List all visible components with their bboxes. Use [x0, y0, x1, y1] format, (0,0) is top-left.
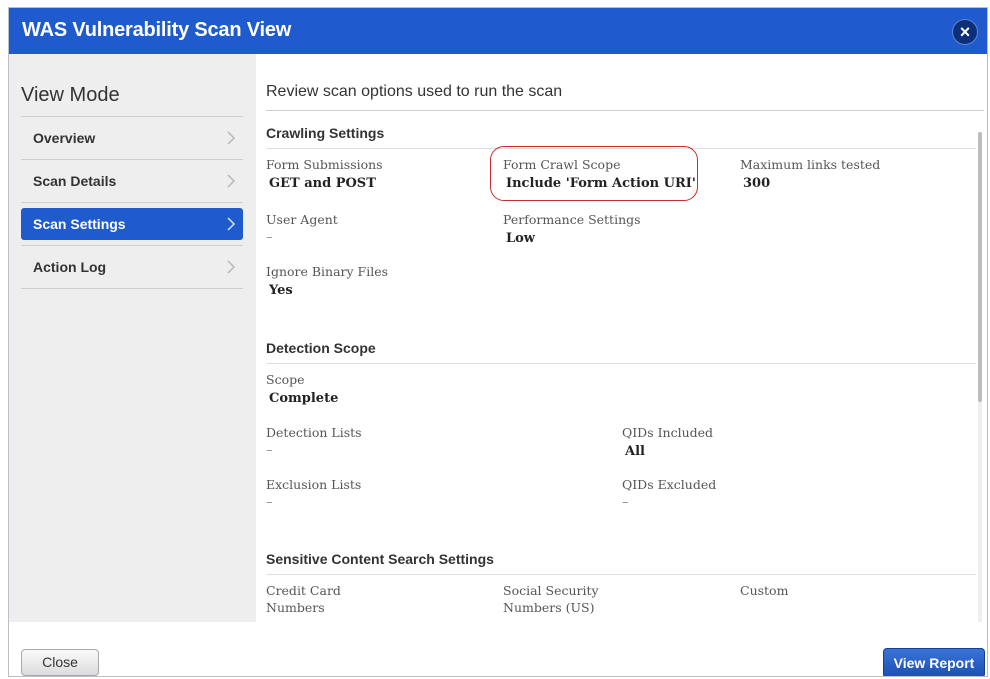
field-label: Numbers (US)	[503, 600, 595, 615]
divider	[266, 363, 976, 364]
sidebar-item-scan-settings[interactable]: Scan Settings	[21, 208, 243, 240]
field-max-links: Maximum links tested 300	[740, 156, 880, 191]
field-value: Complete	[269, 391, 339, 406]
field-ssn: Social Security Numbers (US)	[503, 582, 599, 616]
sidebar-heading: View Mode	[21, 84, 120, 106]
close-icon[interactable]: ×	[952, 19, 978, 45]
section-title-crawling: Crawling Settings	[266, 125, 385, 141]
close-button[interactable]: Close	[21, 649, 99, 676]
field-credit-card: Credit Card Numbers	[266, 582, 341, 616]
highlight-ring	[490, 146, 698, 201]
field-label: Detection Lists	[266, 425, 362, 440]
sidebar: View Mode Overview Scan Details Scan Set…	[9, 54, 256, 622]
field-value: Yes	[269, 283, 293, 298]
sidebar-item-label: Scan Details	[33, 173, 117, 189]
chevron-right-icon	[227, 131, 236, 145]
settings-scroll-area[interactable]: Crawling Settings Form Submissions GET a…	[266, 111, 978, 622]
field-label: Performance Settings	[503, 212, 641, 227]
sidebar-item-scan-details[interactable]: Scan Details	[21, 160, 243, 203]
scan-view-dialog: WAS Vulnerability Scan View × View Mode …	[8, 7, 988, 677]
field-label: Exclusion Lists	[266, 477, 362, 492]
chevron-right-icon	[227, 174, 236, 188]
field-value: –	[266, 443, 273, 458]
field-value: GET and POST	[269, 176, 376, 191]
field-value: 300	[743, 176, 771, 191]
field-user-agent: User Agent –	[266, 211, 338, 245]
field-value: –	[266, 230, 273, 245]
section-title-sensitive: Sensitive Content Search Settings	[266, 551, 494, 567]
field-performance: Performance Settings Low	[503, 211, 641, 246]
field-label: Credit Card	[266, 583, 341, 598]
field-label: Custom	[740, 583, 789, 598]
field-value: Low	[506, 231, 536, 246]
field-label: Numbers	[266, 600, 325, 615]
field-exclusion-lists: Exclusion Lists –	[266, 476, 361, 510]
field-detection-lists: Detection Lists –	[266, 424, 362, 458]
section-title-detection: Detection Scope	[266, 340, 376, 356]
field-qids-excluded: QIDs Excluded –	[622, 476, 716, 510]
field-label: Scope	[266, 372, 305, 387]
dialog-title: WAS Vulnerability Scan View	[22, 19, 292, 41]
field-label: Form Submissions	[266, 157, 383, 172]
chevron-right-icon	[227, 217, 236, 231]
sidebar-item-overview[interactable]: Overview	[21, 117, 243, 160]
sidebar-active-row: Scan Settings	[21, 208, 243, 246]
field-ignore-binary: Ignore Binary Files Yes	[266, 263, 388, 298]
field-label: Maximum links tested	[740, 157, 881, 172]
field-scope: Scope Complete	[266, 371, 338, 406]
field-value: –	[622, 495, 629, 510]
field-label: User Agent	[266, 212, 338, 227]
sidebar-item-label: Overview	[33, 130, 96, 146]
field-label: QIDs Excluded	[622, 477, 717, 492]
field-custom: Custom	[740, 582, 788, 599]
main-panel: Review scan options used to run the scan…	[266, 54, 986, 622]
chevron-right-icon	[227, 260, 236, 274]
field-value: –	[266, 495, 273, 510]
field-label: Social Security	[503, 583, 599, 598]
field-label: Ignore Binary Files	[266, 264, 389, 279]
field-label: QIDs Included	[622, 425, 714, 440]
page-heading: Review scan options used to run the scan	[266, 83, 563, 100]
field-qids-included: QIDs Included All	[622, 424, 713, 459]
dialog-titlebar: WAS Vulnerability Scan View ×	[9, 8, 987, 54]
view-report-button[interactable]: View Report	[883, 648, 985, 676]
divider	[266, 574, 976, 575]
sidebar-item-label: Scan Settings	[33, 216, 126, 232]
sidebar-item-label: Action Log	[33, 259, 107, 275]
field-form-submissions: Form Submissions GET and POST	[266, 156, 383, 191]
sidebar-item-action-log[interactable]: Action Log	[21, 246, 243, 289]
scrollbar-thumb[interactable]	[978, 132, 982, 402]
vertical-scrollbar[interactable]	[978, 132, 982, 622]
sidebar-nav: Overview Scan Details Scan Settings Acti…	[21, 117, 243, 289]
field-value: All	[625, 444, 645, 459]
